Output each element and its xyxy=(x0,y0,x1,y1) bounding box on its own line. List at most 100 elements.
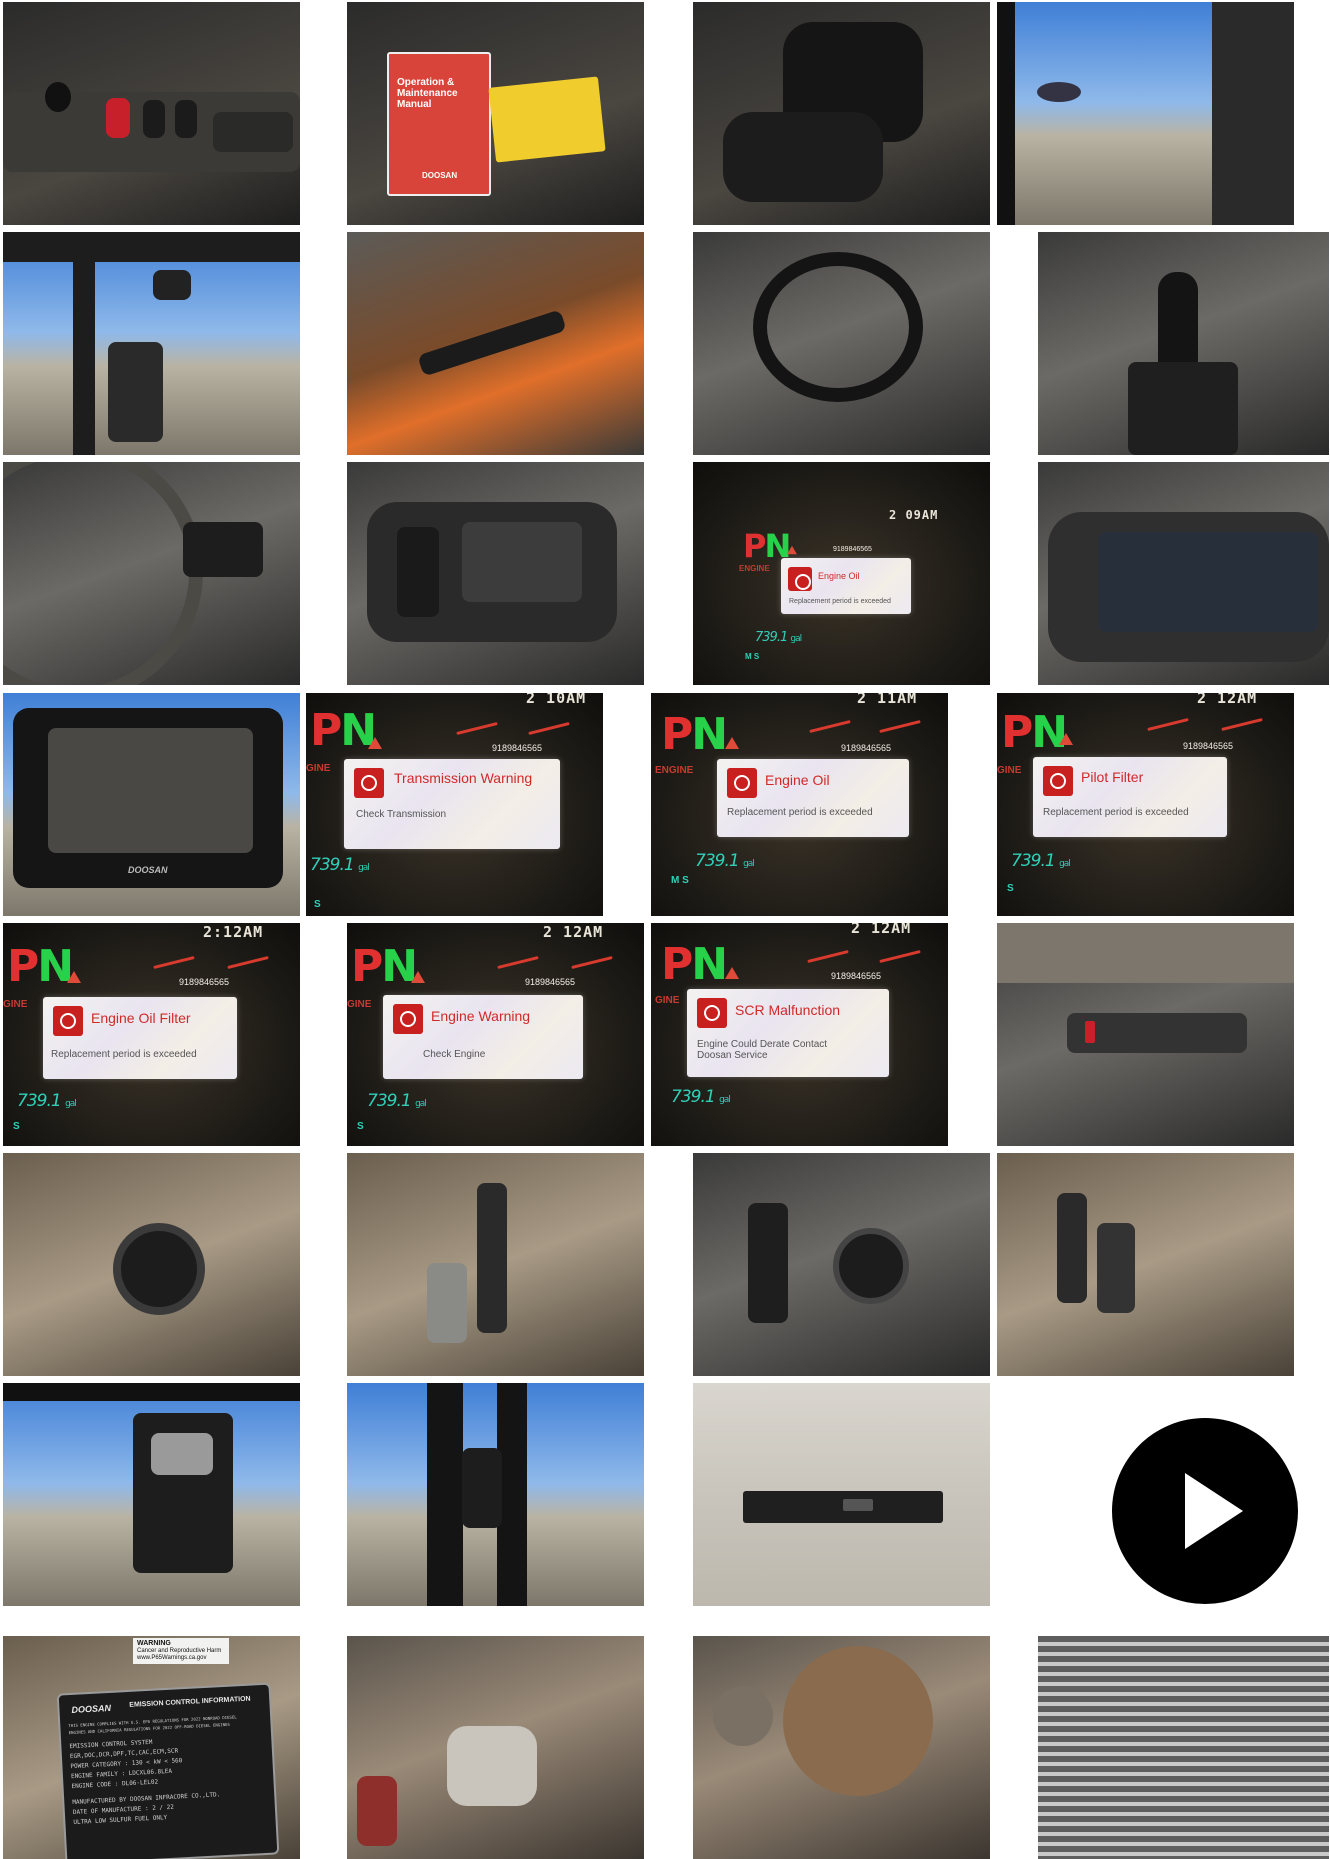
alert-title: Engine Warning xyxy=(431,1008,531,1024)
engine-label: GINE xyxy=(3,999,28,1010)
photo-engine-dpf[interactable] xyxy=(693,1636,990,1859)
warning-triangle xyxy=(67,971,81,983)
cab-pillar xyxy=(3,232,300,262)
dash-clock: 2 12AM xyxy=(543,923,604,941)
alert-popup: Pilot Filter Replacement period is excee… xyxy=(1033,757,1227,837)
display xyxy=(1098,532,1318,632)
mode-indicator: M S xyxy=(745,652,760,661)
monitor-screen xyxy=(48,728,253,853)
photo-console-vent[interactable] xyxy=(693,1153,990,1376)
mode-indicator: M S xyxy=(671,875,689,886)
photo-joystick[interactable] xyxy=(1038,232,1329,455)
dash-clock: 2 09AM xyxy=(889,508,939,522)
column-switch xyxy=(183,522,263,577)
gear-indicator: PN xyxy=(351,941,418,992)
photo-steering-wheel[interactable] xyxy=(693,232,990,455)
photo-dash-pilot-filter[interactable]: 2 12AM PN GINE 9189846565 Pilot Filter R… xyxy=(997,693,1294,916)
alert-message: Replacement period is exceeded xyxy=(727,807,873,818)
dash-clock: 2:12AM xyxy=(203,923,264,941)
photo-dash-engine-oil-1[interactable]: 2 09AM PN ENGINE 9189846565 Engine Oil R… xyxy=(693,462,990,685)
pilot-filter-icon xyxy=(1043,766,1073,796)
warning-sticker: WARNING Cancer and Reproductive Harm www… xyxy=(133,1638,229,1664)
photo-air-vent[interactable] xyxy=(3,1153,300,1376)
button-grid xyxy=(213,112,293,152)
warning-triangle xyxy=(1059,733,1073,745)
photo-keypad-mount[interactable] xyxy=(3,1383,300,1606)
pedal xyxy=(427,1263,467,1343)
manual-title: Operation & Maintenance Manual xyxy=(397,77,458,110)
photo-dash-engine-oil-filter[interactable]: 2:12AM PN GINE 9189846565 Engine Oil Fil… xyxy=(3,923,300,1146)
dpf-canister xyxy=(783,1646,933,1796)
photo-ceiling-radio[interactable] xyxy=(693,1383,990,1606)
photo-floor-pedals[interactable] xyxy=(997,1153,1294,1376)
photo-pedals[interactable] xyxy=(347,1153,644,1376)
photo-cab-mirror[interactable] xyxy=(3,232,300,455)
plate-heading: EMISSION CONTROL INFORMATION xyxy=(129,1695,251,1709)
engine-label: GINE xyxy=(655,995,680,1006)
photo-radiator-grill[interactable] xyxy=(1038,1636,1329,1859)
photo-dashboard-cluster[interactable] xyxy=(347,462,644,685)
dash-phone: 9189846565 xyxy=(492,743,543,753)
dash-phone: 9189846565 xyxy=(831,971,882,981)
mode-indicator: S xyxy=(314,899,321,910)
ignition-key xyxy=(45,82,71,112)
photo-dash-transmission-warning[interactable]: 2 10AM PN GINE 9189846565 Transmission W… xyxy=(306,693,603,916)
vent xyxy=(113,1223,205,1315)
window-frame xyxy=(427,1383,463,1606)
play-video-button[interactable] xyxy=(1112,1418,1298,1604)
cab-pillar xyxy=(73,232,95,455)
dash-phone: 9189846565 xyxy=(179,977,230,987)
dash-clock: 2 11AM xyxy=(857,693,918,707)
photo-steering-column[interactable] xyxy=(3,462,300,685)
dash-clock: 2 12AM xyxy=(851,923,912,937)
gear-indicator: PN xyxy=(7,941,74,992)
cab-pillar xyxy=(3,1383,300,1401)
transmission-icon xyxy=(354,768,384,798)
play-icon xyxy=(1185,1473,1243,1549)
photo-operator-seat[interactable] xyxy=(693,2,990,225)
photo-dash-engine-warning[interactable]: 2 12AM PN GINE 9189846565 Engine Warning… xyxy=(347,923,644,1146)
alert-title: Engine Oil xyxy=(765,772,830,788)
plate-line: MANUFACTURED BY DOOSAN INFRACORE CO.,LTD… xyxy=(72,1791,221,1807)
engine-warning-icon xyxy=(393,1004,423,1034)
monitor-brand: DOOSAN xyxy=(128,865,168,875)
filter xyxy=(357,1776,397,1846)
warning-triangle xyxy=(368,737,382,749)
vent xyxy=(833,1228,909,1304)
seat-cushion xyxy=(723,112,883,202)
alert-title: Pilot Filter xyxy=(1081,769,1144,785)
steering-wheel xyxy=(753,252,923,402)
photo-rear-monitor[interactable]: DOOSAN xyxy=(3,693,300,916)
alert-popup: Transmission Warning Check Transmission xyxy=(344,759,560,849)
photo-cab-overview[interactable] xyxy=(997,923,1294,1146)
photo-emission-plate[interactable]: WARNING Cancer and Reproductive Harm www… xyxy=(3,1636,300,1859)
engine-oil-icon xyxy=(727,768,757,798)
fuel-level: 739.1 gal xyxy=(310,855,370,875)
oil-filter-icon xyxy=(53,1006,83,1036)
intake-pipe xyxy=(713,1686,773,1746)
switch-stack xyxy=(748,1203,788,1323)
photo-operation-manual[interactable]: Operation & Maintenance Manual DOOSAN xyxy=(347,2,644,225)
photo-door-handle[interactable] xyxy=(347,232,644,455)
alert-popup: Engine Warning Check Engine xyxy=(383,995,583,1079)
photo-cab-switch-panel[interactable] xyxy=(3,2,300,225)
alert-title: Transmission Warning xyxy=(394,770,533,786)
mode-indicator: S xyxy=(13,1121,20,1132)
photo-engine-compressor[interactable] xyxy=(347,1636,644,1859)
photo-dashboard-side[interactable] xyxy=(1038,462,1329,685)
safety-manual xyxy=(488,76,606,163)
side-mirror xyxy=(108,342,163,442)
fuel-level: 739.1 gal xyxy=(1011,851,1071,871)
window-frame xyxy=(997,2,1015,225)
photo-dash-scr-malfunction[interactable]: 2 12AM PN GINE 9189846565 SCR Malfunctio… xyxy=(651,923,948,1146)
dash-phone: 9189846565 xyxy=(1183,741,1234,751)
photo-windshield-view[interactable] xyxy=(997,2,1294,225)
alert-title: Engine Oil xyxy=(818,571,860,581)
warning-triangle xyxy=(725,967,739,979)
photo-dash-engine-oil-2[interactable]: 2 11AM PN ENGINE 9189846565 Engine Oil R… xyxy=(651,693,948,916)
plate-line: ULTRA LOW SULFUR FUEL ONLY xyxy=(73,1814,168,1827)
alert-message: Replacement period is exceeded xyxy=(789,598,891,605)
photo-side-window[interactable] xyxy=(347,1383,644,1606)
fuel-level: 739.1 gal xyxy=(671,1087,731,1107)
dash-phone: 9189846565 xyxy=(833,546,872,553)
